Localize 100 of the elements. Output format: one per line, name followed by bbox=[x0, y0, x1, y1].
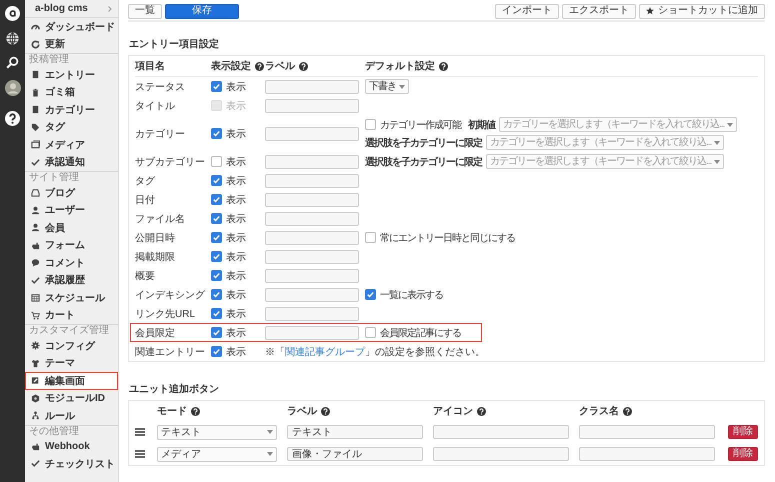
checkbox[interactable] bbox=[211, 194, 222, 205]
edit-icon bbox=[31, 376, 40, 386]
sidebar-item[interactable]: ルール bbox=[25, 407, 118, 424]
sidebar-item[interactable]: ダッシュボード bbox=[25, 18, 118, 36]
class-input[interactable] bbox=[579, 447, 715, 461]
avatar-icon[interactable] bbox=[4, 80, 20, 96]
image-icon bbox=[31, 140, 40, 150]
checkbox[interactable] bbox=[211, 327, 222, 338]
sidebar-item[interactable]: 更新 bbox=[25, 36, 118, 53]
checkbox[interactable] bbox=[211, 156, 222, 167]
drag-handle-icon[interactable] bbox=[135, 450, 145, 458]
label-input[interactable] bbox=[265, 326, 359, 340]
field-name: 概要 bbox=[135, 270, 156, 282]
logo-icon[interactable] bbox=[5, 6, 20, 21]
sidebar-item[interactable]: Webhook bbox=[25, 438, 118, 455]
checkbox[interactable] bbox=[211, 175, 222, 186]
checkbox[interactable] bbox=[365, 327, 376, 338]
sidebar-item[interactable]: カテゴリー bbox=[25, 101, 118, 118]
checkbox[interactable] bbox=[365, 232, 376, 243]
label-input[interactable] bbox=[265, 80, 359, 94]
checkbox[interactable] bbox=[211, 81, 222, 92]
label-input[interactable] bbox=[265, 230, 359, 244]
sidebar-item[interactable]: コンフィグ bbox=[25, 337, 118, 354]
field-name: サブカテゴリー bbox=[135, 156, 205, 168]
dropdown[interactable]: メディア bbox=[157, 446, 277, 462]
checkbox-label: 表示 bbox=[226, 174, 246, 188]
toolbar-button[interactable]: エクスポート bbox=[562, 4, 636, 18]
toolbar-button[interactable]: インポート bbox=[495, 4, 559, 18]
sidebar-item[interactable]: エントリー bbox=[25, 66, 118, 84]
sidebar-item[interactable]: スケジュール bbox=[25, 289, 118, 306]
sidebar-item[interactable]: チェックリスト bbox=[25, 455, 118, 472]
sidebar-item[interactable]: ゴミ箱 bbox=[25, 84, 118, 101]
class-input[interactable] bbox=[579, 425, 715, 439]
sidebar-item[interactable]: ユーザー bbox=[25, 202, 118, 219]
sidebar-group-title: その他管理 bbox=[25, 424, 118, 438]
globe-icon[interactable] bbox=[6, 32, 19, 45]
column-header: アイコン bbox=[433, 405, 473, 418]
refresh-icon bbox=[31, 40, 40, 49]
drag-handle-icon[interactable] bbox=[135, 428, 145, 436]
icon-input[interactable] bbox=[433, 447, 569, 461]
check-icon bbox=[31, 459, 40, 468]
label-input[interactable] bbox=[265, 192, 359, 206]
delete-button[interactable]: 削除 bbox=[728, 425, 758, 439]
dropdown[interactable]: 下書き bbox=[365, 79, 409, 94]
dropdown[interactable]: テキスト bbox=[157, 424, 277, 440]
label-input[interactable] bbox=[265, 174, 359, 188]
sidebar-item[interactable]: コメント bbox=[25, 254, 118, 272]
checkbox[interactable] bbox=[365, 119, 376, 130]
label-input[interactable] bbox=[265, 288, 359, 302]
sidebar-item[interactable]: フォーム bbox=[25, 236, 118, 254]
sidebar-item[interactable]: モジュールID bbox=[25, 390, 118, 407]
sidebar-item[interactable]: 編集画面 bbox=[25, 372, 118, 390]
checkbox[interactable] bbox=[211, 232, 222, 243]
label-input[interactable]: 画像・ファイル bbox=[287, 447, 423, 461]
toolbar-button[interactable]: ショートカットに追加 bbox=[639, 4, 765, 18]
group-link[interactable]: 関連記事グループ bbox=[285, 346, 365, 358]
field-name: ステータス bbox=[135, 80, 186, 94]
label-input[interactable] bbox=[265, 126, 359, 140]
label-input[interactable] bbox=[265, 306, 359, 320]
label-input[interactable] bbox=[265, 250, 359, 264]
column-header: 項目名 bbox=[135, 60, 165, 73]
check-icon bbox=[212, 129, 221, 138]
label-input[interactable] bbox=[265, 268, 359, 282]
sidebar-item[interactable]: 承認履歴 bbox=[25, 272, 118, 289]
label-input[interactable]: テキスト bbox=[287, 425, 423, 439]
checkbox-label: 表示 bbox=[226, 288, 246, 302]
sidebar-item[interactable]: カート bbox=[25, 306, 118, 324]
help-icon[interactable] bbox=[5, 111, 20, 126]
checkbox-label: 表示 bbox=[226, 346, 246, 358]
checkbox[interactable] bbox=[365, 289, 376, 300]
checkbox[interactable] bbox=[211, 289, 222, 300]
chevron-right-icon[interactable] bbox=[108, 6, 112, 12]
sidebar-item[interactable]: タグ bbox=[25, 118, 118, 136]
checkbox[interactable] bbox=[211, 213, 222, 224]
sidebar-item[interactable]: メディア bbox=[25, 136, 118, 154]
caret-icon bbox=[714, 140, 720, 144]
checkbox[interactable] bbox=[211, 308, 222, 319]
delete-button[interactable]: 削除 bbox=[728, 447, 758, 461]
icon-input[interactable] bbox=[433, 425, 569, 439]
checkbox[interactable] bbox=[211, 128, 222, 139]
search-icon[interactable] bbox=[6, 56, 19, 69]
check-icon bbox=[212, 309, 221, 318]
checkbox[interactable] bbox=[211, 251, 222, 262]
label-input[interactable] bbox=[265, 98, 359, 112]
checkbox[interactable] bbox=[211, 346, 222, 357]
label-input[interactable] bbox=[265, 212, 359, 226]
field-label: 選択肢を子カテゴリーに限定 bbox=[365, 155, 482, 168]
sidebar-item[interactable]: 会員 bbox=[25, 219, 118, 236]
field-name: 公開日時 bbox=[135, 232, 176, 244]
field-name: カテゴリー bbox=[135, 128, 186, 140]
sidebar-item[interactable]: 承認通知 bbox=[25, 154, 118, 171]
label-input[interactable] bbox=[265, 154, 359, 168]
toolbar-button[interactable]: 一覧 bbox=[128, 4, 162, 18]
user-icon bbox=[31, 223, 40, 232]
sidebar-item[interactable]: ブログ bbox=[25, 184, 118, 202]
sidebar-item[interactable]: テーマ bbox=[25, 354, 118, 372]
field-name: 日付 bbox=[135, 194, 156, 206]
save-button[interactable]: 保存 bbox=[165, 4, 239, 18]
check-icon bbox=[212, 290, 221, 299]
checkbox[interactable] bbox=[211, 270, 222, 281]
